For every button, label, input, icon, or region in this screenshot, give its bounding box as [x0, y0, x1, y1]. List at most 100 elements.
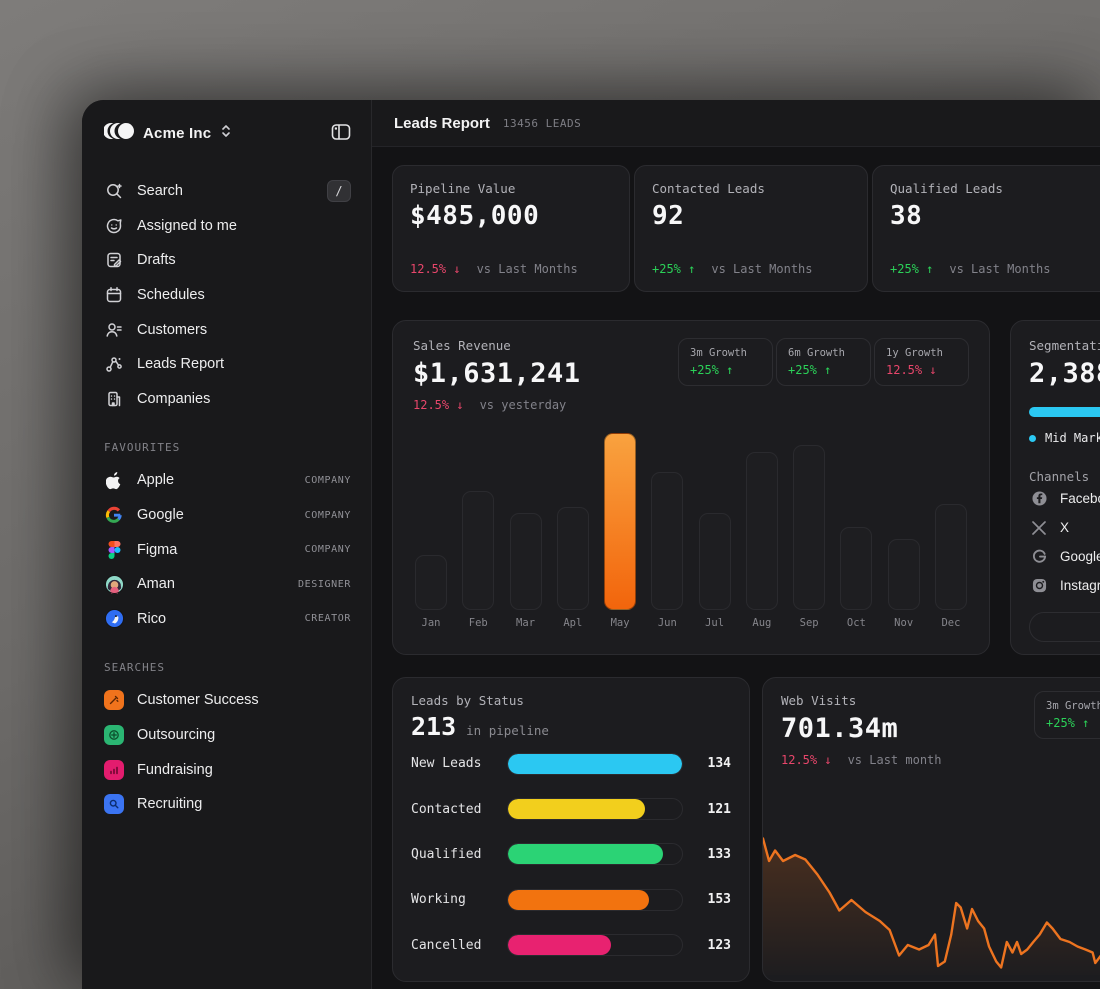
delta-value: 12.5% ↓ — [781, 753, 832, 767]
outsourcing-icon — [104, 725, 124, 745]
revenue-bar — [604, 433, 636, 610]
sidebar: Acme Inc Search / Assigned to me — [82, 100, 372, 989]
chip-label: 3m Growth — [690, 347, 761, 359]
stat-delta-row: 12.5% ↓ vs Last Months — [410, 262, 612, 276]
sales-revenue-label: Sales Revenue — [413, 338, 581, 353]
search-item-outsourcing[interactable]: Outsourcing — [104, 718, 351, 753]
bar-wrap — [935, 433, 967, 610]
search-item-recruiting[interactable]: Recruiting — [104, 787, 351, 822]
sidebar-item-label: Companies — [137, 391, 210, 407]
leads-by-status-panel: Leads by Status 213 in pipeline New Lead… — [392, 677, 750, 982]
status-value: 133 — [693, 847, 731, 862]
google-logo — [104, 506, 124, 524]
favourite-item-apple[interactable]: Apple COMPANY — [104, 463, 351, 498]
stat-label: Qualified Leads — [890, 181, 1100, 196]
bar-wrap — [415, 433, 447, 610]
sales-revenue-panel: Sales Revenue $1,631,241 12.5% ↓vs yeste… — [392, 320, 990, 655]
favourite-label: Figma — [137, 542, 177, 558]
stat-value: 92 — [652, 201, 850, 231]
sidebar-item-drafts[interactable]: Drafts — [104, 243, 351, 278]
bar-label: May — [611, 617, 630, 629]
segmentation-value: 2,388 — [1029, 358, 1100, 389]
search-item-label: Outsourcing — [137, 727, 215, 743]
stat-card-contacted-leads: Contacted Leads 92 +25% ↑ vs Last Months — [634, 165, 868, 292]
app-window: Acme Inc Search / Assigned to me — [82, 100, 1100, 989]
search-item-customer-success[interactable]: Customer Success — [104, 683, 351, 718]
status-value: 153 — [693, 892, 731, 907]
sidebar-item-customers[interactable]: Customers — [104, 312, 351, 347]
legend-dot — [1029, 435, 1036, 442]
status-bar-fill — [508, 754, 682, 774]
favourite-tag: DESIGNER — [298, 579, 351, 590]
sidebar-item-schedules[interactable]: Schedules — [104, 278, 351, 313]
status-row-contacted: Contacted 121 — [411, 786, 731, 831]
delta-note: vs yesterday — [480, 398, 567, 412]
bar-column-dec: Dec — [935, 433, 967, 629]
bar-wrap — [651, 433, 683, 610]
bar-column-jan: Jan — [415, 433, 447, 629]
sidebar-item-assigned-to-me[interactable]: Assigned to me — [104, 209, 351, 244]
favourite-label: Google — [137, 507, 184, 523]
search-item-label: Recruiting — [137, 796, 202, 812]
bar-label: Jun — [658, 617, 677, 629]
sales-revenue-value: $1,631,241 — [413, 358, 581, 389]
bar-wrap — [746, 433, 778, 610]
revenue-bar — [651, 472, 683, 610]
bar-label: Sep — [800, 617, 819, 629]
segmentation-action-button[interactable] — [1029, 612, 1100, 642]
channel-item-google[interactable]: Google — [1029, 542, 1100, 571]
main-area: Leads Report 13456 LEADS Pipeline Value … — [372, 100, 1100, 989]
searches-heading: SEARCHES — [104, 661, 351, 674]
stat-value: 38 — [890, 201, 1100, 231]
bar-column-jul: Jul — [699, 433, 731, 629]
status-bar-fill — [508, 935, 611, 955]
status-bar-track — [507, 843, 683, 865]
instagram-icon — [1029, 578, 1049, 593]
channel-item-instagram[interactable]: Instagram — [1029, 571, 1100, 600]
status-row-cancelled: Cancelled 123 — [411, 923, 731, 968]
bar-column-feb: Feb — [462, 433, 494, 629]
sidebar-item-leads-report[interactable]: Leads Report — [104, 347, 351, 382]
sidebar-item-companies[interactable]: Companies — [104, 382, 351, 417]
sidebar-item-search[interactable]: Search / — [104, 174, 351, 209]
favourite-item-aman[interactable]: Aman DESIGNER — [104, 567, 351, 602]
sidebar-item-label: Drafts — [137, 252, 176, 268]
favourite-item-figma[interactable]: Figma COMPANY — [104, 532, 351, 567]
favourite-item-google[interactable]: Google COMPANY — [104, 498, 351, 533]
favourite-label: Apple — [137, 472, 174, 488]
delta-note: vs Last Months — [711, 262, 812, 276]
pipeline-count: 213 — [411, 712, 456, 741]
bar-column-nov: Nov — [888, 433, 920, 629]
revenue-bar — [888, 539, 920, 610]
channel-item-facebook[interactable]: Facebook — [1029, 484, 1100, 513]
search-item-fundraising[interactable]: Fundraising — [104, 752, 351, 787]
apple-logo — [104, 471, 124, 490]
segmentation-label: Segmentation — [1029, 338, 1100, 353]
web-chip-value: +25% ↑ — [1046, 716, 1100, 730]
searches-list: Customer Success Outsourcing Fundraising… — [104, 683, 351, 821]
status-row-working: Working 153 — [411, 877, 731, 922]
delta-value: 12.5% ↓ — [410, 262, 461, 276]
sidebar-item-label: Search — [137, 183, 183, 199]
bar-label: Nov — [894, 617, 913, 629]
workspace-switcher[interactable]: Acme Inc — [104, 116, 351, 150]
delta-value: +25% ↑ — [652, 262, 695, 276]
chip-value: +25% ↑ — [690, 363, 761, 377]
bar-label: Dec — [941, 617, 960, 629]
leads-count-badge: 13456 LEADS — [503, 117, 581, 130]
search-shortcut-key: / — [327, 180, 351, 202]
page-title: Leads Report — [394, 115, 490, 132]
recruiting-icon — [104, 794, 124, 814]
favourite-tag: COMPANY — [305, 475, 351, 486]
bar-label: Jul — [705, 617, 724, 629]
avatar-aman — [104, 575, 124, 594]
delta-note: vs Last month — [848, 753, 942, 767]
channel-item-x[interactable]: X — [1029, 513, 1100, 542]
favourite-item-rico[interactable]: Rico CREATOR — [104, 602, 351, 637]
channel-label: Instagram — [1060, 578, 1100, 593]
bar-column-sep: Sep — [793, 433, 825, 629]
acme-logo — [104, 120, 134, 147]
sidebar-toggle-button[interactable] — [331, 123, 351, 144]
status-value: 123 — [693, 938, 731, 953]
chip-value: +25% ↑ — [788, 363, 859, 377]
